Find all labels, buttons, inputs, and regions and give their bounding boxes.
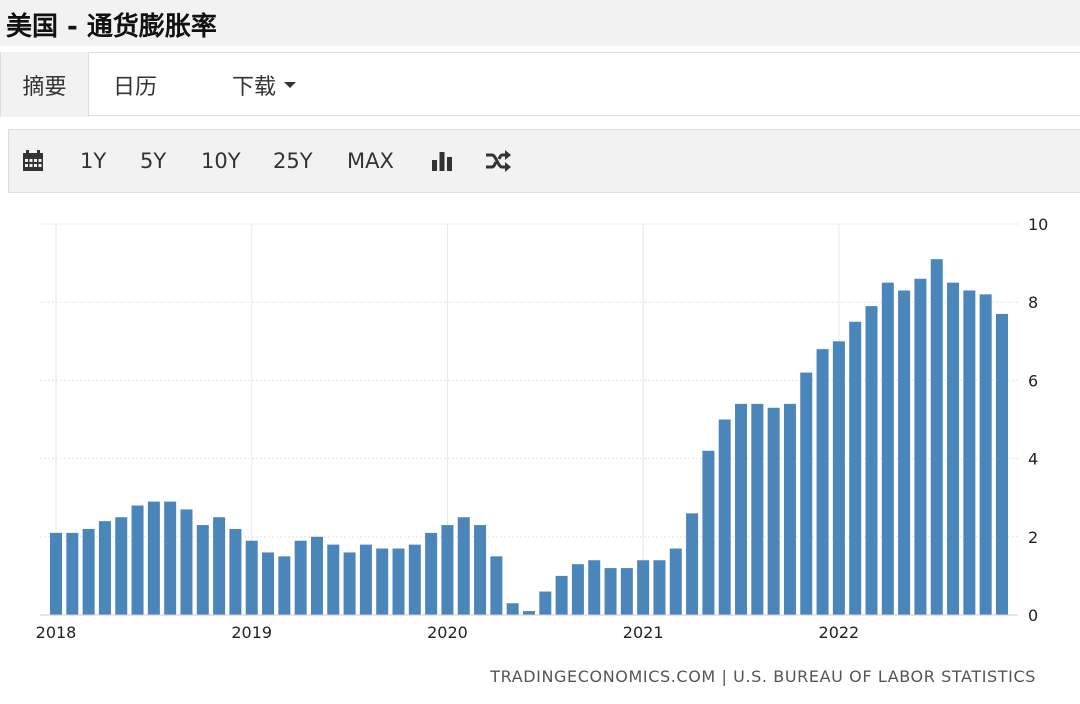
bar [930, 259, 943, 615]
bar [82, 528, 95, 615]
y-tick-label: 10 [1028, 215, 1048, 234]
range-10y-button[interactable]: 10Y [201, 130, 241, 192]
bar [555, 575, 568, 615]
bar [767, 407, 780, 615]
title-bar: 美国 - 通货膨胀率 [0, 0, 1080, 46]
bar [571, 564, 584, 615]
y-tick-label: 8 [1028, 293, 1038, 312]
calendar-icon[interactable] [21, 130, 45, 192]
bar [474, 525, 487, 615]
bar [816, 349, 829, 615]
y-tick-label: 4 [1028, 450, 1038, 469]
bar [343, 552, 356, 615]
bar [849, 321, 862, 615]
page-title: 美国 - 通货膨胀率 [6, 12, 217, 42]
bar [637, 560, 650, 615]
tab-download-label: 下载 [231, 74, 276, 100]
bar [50, 532, 62, 615]
bar [457, 517, 470, 615]
bar [196, 525, 209, 615]
bar [522, 611, 535, 615]
bar [115, 517, 128, 615]
bar [963, 290, 976, 615]
bar [669, 548, 682, 615]
bar [653, 560, 666, 615]
x-tick-label: 2021 [623, 623, 664, 642]
caret-down-icon [284, 81, 296, 88]
range-max-button[interactable]: MAX [347, 130, 394, 192]
bar [979, 294, 992, 615]
bar [392, 548, 405, 615]
tab-strip: 摘要 日历 下载 [0, 52, 1080, 117]
bar [327, 544, 340, 615]
bar [751, 403, 764, 615]
chart-toolbar: 1Y 5Y 10Y 25Y MAX [8, 129, 1080, 193]
bar [686, 513, 699, 615]
inflation-chart: 0 2 4 6 8 10 2018 2019 2020 2021 2022 [0, 194, 1080, 704]
bar [604, 568, 617, 615]
range-25y-button[interactable]: 25Y [273, 130, 313, 192]
bar [506, 603, 519, 615]
bar [164, 501, 177, 615]
bar [898, 290, 911, 615]
tab-download[interactable]: 下载 [218, 53, 310, 116]
bar [490, 556, 503, 615]
bar [735, 403, 748, 615]
y-tick-label: 2 [1028, 528, 1038, 547]
tab-summary-label: 摘要 [22, 74, 67, 100]
bar [881, 282, 894, 615]
bar [702, 450, 715, 615]
x-tick-label: 2022 [819, 623, 860, 642]
y-tick-label: 6 [1028, 371, 1038, 390]
inflation-bar-chart: 0 2 4 6 8 10 2018 2019 2020 2021 2022 [36, 215, 1049, 642]
bar [213, 517, 226, 615]
bar [947, 282, 960, 615]
x-tick-label: 2020 [427, 623, 468, 642]
bar [310, 536, 323, 615]
bar [245, 540, 258, 615]
bar [98, 521, 111, 615]
bar [278, 556, 291, 615]
bar-chart-icon[interactable] [430, 130, 454, 192]
x-tick-label: 2019 [231, 623, 272, 642]
shuffle-icon[interactable] [484, 130, 512, 192]
bar [620, 568, 633, 615]
bar [262, 552, 275, 615]
source-credit: TRADINGECONOMICS.COM | U.S. BUREAU OF LA… [490, 667, 1036, 686]
bar [588, 560, 601, 615]
tab-calendar-label: 日历 [112, 74, 157, 100]
range-1y-button[interactable]: 1Y [80, 130, 106, 192]
bar [408, 544, 421, 615]
bar [539, 591, 552, 615]
tab-calendar[interactable]: 日历 [96, 53, 174, 116]
range-5y-button[interactable]: 5Y [140, 130, 166, 192]
bar [865, 306, 878, 615]
bar [783, 403, 796, 615]
bar [229, 528, 242, 615]
bar [294, 540, 307, 615]
bar [718, 419, 731, 615]
bar [180, 509, 193, 615]
bar [441, 525, 454, 615]
bar [376, 548, 389, 615]
y-tick-label: 0 [1028, 606, 1038, 625]
bar [425, 532, 438, 615]
bar [832, 341, 845, 615]
bar [66, 532, 79, 615]
bar [359, 544, 372, 615]
bar [800, 372, 813, 615]
bar [131, 505, 144, 615]
bar [914, 278, 927, 615]
bar [995, 313, 1008, 615]
tab-summary[interactable]: 摘要 [0, 52, 89, 117]
bar [147, 501, 160, 615]
x-tick-label: 2018 [36, 623, 77, 642]
